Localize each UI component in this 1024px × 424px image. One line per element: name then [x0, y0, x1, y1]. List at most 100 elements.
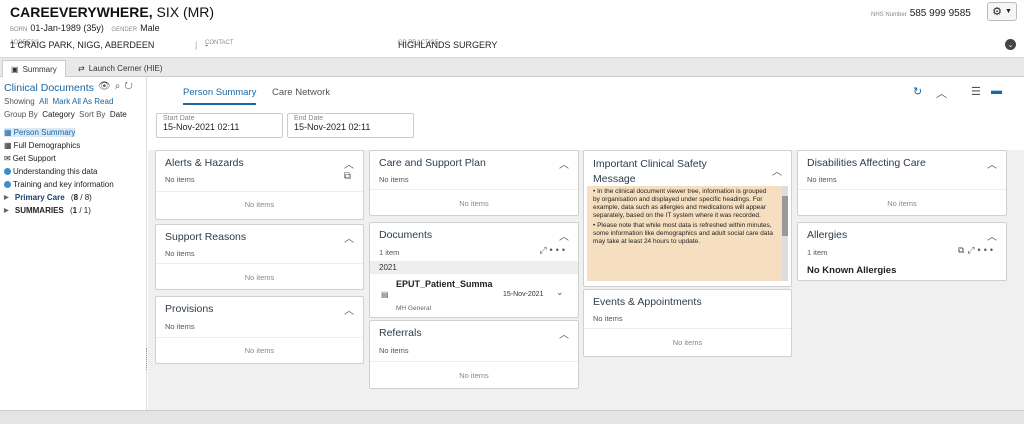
caret-right-icon: ▶: [4, 208, 9, 214]
banner-expand-button[interactable]: ⌄: [1005, 39, 1016, 50]
empty-message: No items: [370, 361, 578, 380]
clinical-safety-card: Important Clinical Safety Message ︿ • In …: [583, 150, 792, 287]
chevron-up-icon[interactable]: ︿: [344, 302, 354, 317]
swap-icon: ⇄: [78, 64, 85, 73]
year-group: 2021: [370, 261, 578, 274]
card-status: No items: [807, 175, 837, 184]
sidebar-title: Clinical Documents: [4, 82, 94, 94]
globe-icon: [4, 181, 11, 188]
chevron-up-icon[interactable]: ︿: [987, 156, 997, 171]
eye-icon[interactable]: 👁: [98, 81, 115, 92]
external-link-icon[interactable]: ⧉: [958, 245, 967, 255]
card-tools: ⤢•••: [539, 245, 568, 256]
settings-button[interactable]: ⚙ ▼: [987, 2, 1017, 21]
gender-value: Male: [140, 23, 160, 33]
document-date: 15-Nov-2021: [503, 291, 544, 298]
sidebar-item-person-summary[interactable]: ▦ Person Summary: [4, 128, 76, 137]
card-title: Events & Appointments: [593, 296, 702, 308]
grid-icon: ▦: [4, 128, 12, 137]
documents-card: Documents ︿ 1 item ⤢••• 2021 EPUT_Patien…: [369, 222, 579, 318]
card-title: Disabilities Affecting Care: [807, 157, 926, 169]
sidebar-item-training[interactable]: Training and key information: [4, 180, 114, 189]
sort-by-select[interactable]: Date: [110, 110, 127, 119]
chevron-up-icon[interactable]: ︿: [772, 163, 782, 178]
envelope-icon: ✉: [4, 154, 11, 163]
allergies-card: Allergies ︿ 1 item ⧉⤢••• No Known Allerg…: [797, 222, 1007, 281]
clinical-documents-sidebar: Clinical Documents 👁⌕↻ Showing All Mark …: [0, 77, 147, 410]
sub-tab-bar: Person Summary Care Network ↻ ︿ ☰ ▬: [148, 77, 1024, 111]
chevron-up-icon[interactable]: ︿: [936, 85, 947, 101]
card-tools: ⧉⤢•••: [958, 245, 996, 256]
mark-all-read-link[interactable]: Mark All As Read: [52, 97, 113, 106]
list-view-icon[interactable]: ☰: [971, 85, 981, 98]
nhs-number: NHS Number 585 999 9585: [871, 8, 971, 19]
card-title: Care and Support Plan: [379, 157, 486, 169]
sidebar-tools: 👁⌕↻: [98, 81, 137, 92]
card-title: Provisions: [165, 303, 214, 315]
main-content: Person Summary Care Network ↻ ︿ ☰ ▬ Star…: [148, 77, 1024, 410]
empty-message: No items: [156, 337, 363, 355]
care-support-plan-card: Care and Support Plan ︿ No items No item…: [369, 150, 579, 216]
card-status: No items: [593, 314, 623, 323]
chevron-up-icon[interactable]: ︿: [344, 156, 354, 171]
chevron-up-icon[interactable]: ︿: [559, 228, 569, 243]
refresh-icon[interactable]: ↻: [124, 81, 136, 92]
showing-filter: Showing All Mark All As Read: [4, 97, 114, 106]
group-by-select[interactable]: Category: [42, 110, 74, 119]
sidebar-item-understanding[interactable]: Understanding this data: [4, 167, 98, 176]
chevron-up-icon[interactable]: ︿: [987, 228, 997, 243]
date-range: Start Date 15-Nov-2021 02:11 End Date 15-N…: [148, 111, 1024, 150]
chevron-up-icon[interactable]: ︿: [559, 156, 569, 171]
card-title: Important Clinical Safety Message: [593, 158, 707, 185]
empty-message: No items: [584, 328, 791, 347]
tab-person-summary[interactable]: Person Summary: [183, 87, 257, 105]
empty-message: No items: [156, 191, 363, 209]
chevron-down-icon[interactable]: ⌄: [556, 287, 564, 298]
patient-demographics: BORN 01-Jan-1989 (35y) GENDER Male: [10, 23, 160, 33]
sidebar-group-summaries[interactable]: ▶ SUMMARIES (1 / 1): [4, 206, 91, 215]
card-status: No items: [379, 175, 409, 184]
document-title[interactable]: EPUT_Patient_Summa: [396, 279, 493, 289]
search-icon[interactable]: ⌕: [115, 81, 125, 92]
empty-message: No items: [156, 263, 363, 282]
more-icon[interactable]: •••: [550, 245, 568, 255]
card-view-icon[interactable]: ▬: [991, 85, 1002, 97]
more-icon[interactable]: •••: [978, 245, 996, 255]
document-source: MH General: [396, 305, 432, 312]
expand-icon[interactable]: ⤢: [967, 245, 977, 255]
tab-launch-cerner[interactable]: ⇄ Launch Cerner (HIE): [70, 60, 171, 77]
group-sort-row: Group By Category Sort By Date: [4, 110, 127, 119]
chevron-down-icon: ⌄: [1007, 41, 1014, 49]
end-date-field[interactable]: End Date 15-Nov-2021 02:11: [287, 113, 414, 138]
message-scrollbar[interactable]: [782, 186, 788, 281]
referrals-card: Referrals ︿ No items No items: [369, 320, 579, 389]
born-value: 01-Jan-1989 (35y): [30, 23, 104, 33]
tab-summary[interactable]: ▣ Summary: [2, 60, 66, 77]
alerts-hazards-card: Alerts & Hazards ︿ No items ⧉ No items: [155, 150, 364, 220]
refresh-icon[interactable]: ↻: [913, 85, 922, 98]
folder-icon: ▣: [11, 64, 19, 74]
sidebar-group-primary-care[interactable]: ▶ Primary Care (8 / 8): [4, 193, 92, 202]
card-status: 1 item: [807, 248, 828, 257]
sidebar-item-get-support[interactable]: ✉ Get Support: [4, 154, 56, 163]
disabilities-card: Disabilities Affecting Care ︿ No items N…: [797, 150, 1007, 216]
globe-icon: [4, 168, 11, 175]
gear-icon: ⚙: [992, 6, 1002, 18]
provisions-card: Provisions ︿ No items No items: [155, 296, 364, 364]
start-date-field[interactable]: Start Date 15-Nov-2021 02:11: [156, 113, 283, 138]
chevron-up-icon[interactable]: ︿: [344, 230, 354, 245]
caret-down-icon: ▼: [1004, 8, 1012, 15]
events-appointments-card: Events & Appointments No items No items: [583, 289, 792, 357]
card-title: Alerts & Hazards: [165, 157, 244, 169]
card-title: Referrals: [379, 327, 422, 339]
chevron-up-icon[interactable]: ︿: [559, 326, 569, 341]
external-link-icon[interactable]: ⧉: [344, 171, 351, 182]
card-status: No items: [165, 175, 195, 184]
showing-all-link[interactable]: All: [39, 97, 48, 106]
support-reasons-card: Support Reasons ︿ No items No items: [155, 224, 364, 290]
tab-care-network[interactable]: Care Network: [272, 87, 330, 98]
expand-icon[interactable]: ⤢: [539, 245, 549, 255]
card-title: Support Reasons: [165, 231, 247, 243]
empty-message: No items: [798, 189, 1006, 208]
sidebar-item-full-demographics[interactable]: ▦ Full Demographics: [4, 141, 80, 150]
